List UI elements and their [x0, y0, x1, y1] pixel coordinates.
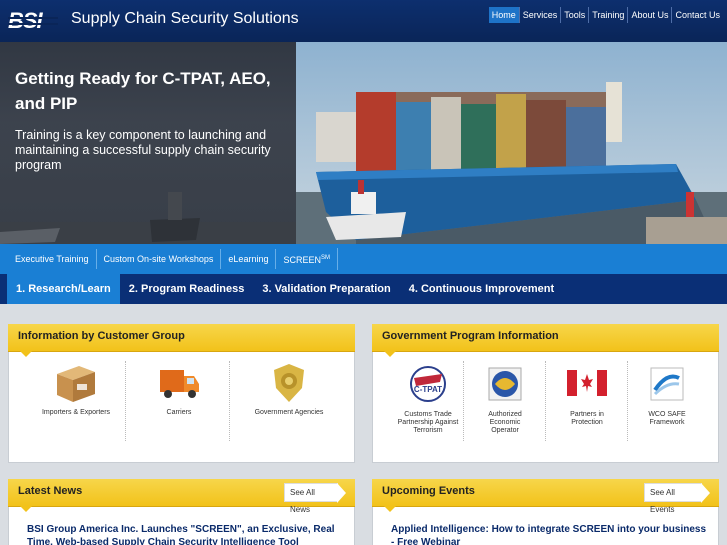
latest-news-panel: Latest News See All News BSI Group Ameri… — [8, 479, 355, 545]
site-header: BSI Supply Chain Security Solutions Home… — [0, 0, 727, 42]
executive-training-link[interactable]: Executive Training — [8, 249, 97, 269]
aeo-icon — [488, 367, 522, 401]
wco-icon — [650, 367, 684, 401]
news-headline-link[interactable]: BSI Group America Inc. Launches "SCREEN"… — [27, 523, 337, 545]
badge-icon — [274, 364, 304, 402]
importers-exporters-item[interactable]: Importers & Exporters — [31, 362, 121, 417]
item-label: Partners in Protection — [570, 411, 604, 426]
nav-training[interactable]: Training — [588, 7, 627, 23]
custom-workshops-link[interactable]: Custom On-site Workshops — [97, 249, 222, 269]
nav-contact-us[interactable]: Contact Us — [671, 7, 723, 23]
nav-tools[interactable]: Tools — [560, 7, 588, 23]
nav-home[interactable]: Home — [488, 7, 519, 23]
customer-group-panel: Information by Customer Group Importers … — [8, 324, 355, 463]
carriers-item[interactable]: Carriers — [134, 362, 224, 417]
ctpat-item[interactable]: C-TPAT Customs Trade Partnership Against… — [385, 362, 471, 435]
hero-banner: Getting Ready for C-TPAT, AEO, and PIP T… — [0, 42, 727, 244]
ctpat-icon: C-TPAT — [410, 366, 446, 402]
tab-research-learn[interactable]: 1. Research/Learn — [7, 274, 120, 304]
panel-title: Upcoming Events — [382, 485, 475, 497]
nav-about-us[interactable]: About Us — [627, 7, 671, 23]
canada-flag-icon — [567, 370, 607, 396]
hero-title: Getting Ready for C-TPAT, AEO, and PIP — [15, 69, 271, 113]
item-label: Importers & Exporters — [41, 409, 111, 416]
government-agencies-item[interactable]: Government Agencies — [239, 362, 339, 417]
see-all-events-button[interactable]: See All Events — [644, 483, 710, 514]
program-steps-tabs: 1. Research/Learn 2. Program Readiness 3… — [0, 274, 727, 304]
package-box-icon — [57, 366, 95, 402]
see-all-news-button[interactable]: See All News — [284, 483, 346, 514]
screen-link[interactable]: SCREENSM — [276, 248, 338, 270]
site-title: Supply Chain Security Solutions — [71, 10, 299, 27]
svg-text:C-TPAT: C-TPAT — [414, 385, 442, 394]
panel-title: Latest News — [18, 485, 83, 497]
event-headline-link[interactable]: Applied Intelligence: How to integrate S… — [391, 523, 711, 545]
panel-header: Upcoming Events See All Events — [372, 479, 719, 514]
item-label: Authorized Economic Operator — [488, 411, 522, 434]
item-label: Customs Trade Partnership Against Terror… — [397, 411, 459, 434]
item-label: Government Agencies — [254, 409, 324, 416]
service-mark: SM — [320, 255, 330, 261]
item-label: WCO SAFE Framework — [648, 411, 686, 426]
item-label: Carriers — [166, 409, 192, 416]
container-ship-image — [296, 42, 727, 244]
tab-continuous-improvement[interactable]: 4. Continuous Improvement — [400, 274, 563, 304]
screen-label: SCREEN — [283, 255, 321, 265]
truck-icon — [160, 370, 199, 398]
elearning-link[interactable]: eLearning — [221, 249, 277, 269]
hero-overlay: Getting Ready for C-TPAT, AEO, and PIP T… — [0, 42, 296, 244]
pip-item[interactable]: Partners in Protection — [549, 362, 625, 427]
government-programs-panel: Government Program Information C-TPAT Cu… — [372, 324, 719, 463]
nav-services[interactable]: Services — [518, 7, 561, 23]
aeo-item[interactable]: Authorized Economic Operator — [467, 362, 543, 435]
panel-title: Information by Customer Group — [18, 330, 185, 342]
panel-title: Government Program Information — [382, 330, 559, 342]
program-nav: Executive Training Custom On-site Worksh… — [0, 244, 727, 274]
panel-header: Latest News See All News — [8, 479, 355, 514]
tab-validation-preparation[interactable]: 3. Validation Preparation — [253, 274, 399, 304]
upcoming-events-panel: Upcoming Events See All Events Applied I… — [372, 479, 719, 545]
logo-text: BSI — [8, 8, 43, 33]
hero-subtitle: Training is a key component to launching… — [15, 128, 271, 172]
panel-header: Information by Customer Group — [8, 324, 355, 357]
top-navigation: Home Services Tools Training About Us Co… — [488, 7, 723, 23]
tab-program-readiness[interactable]: 2. Program Readiness — [120, 274, 254, 304]
bsi-logo[interactable]: BSI — [8, 8, 60, 33]
wco-safe-item[interactable]: WCO SAFE Framework — [629, 362, 705, 427]
panel-header: Government Program Information — [372, 324, 719, 357]
